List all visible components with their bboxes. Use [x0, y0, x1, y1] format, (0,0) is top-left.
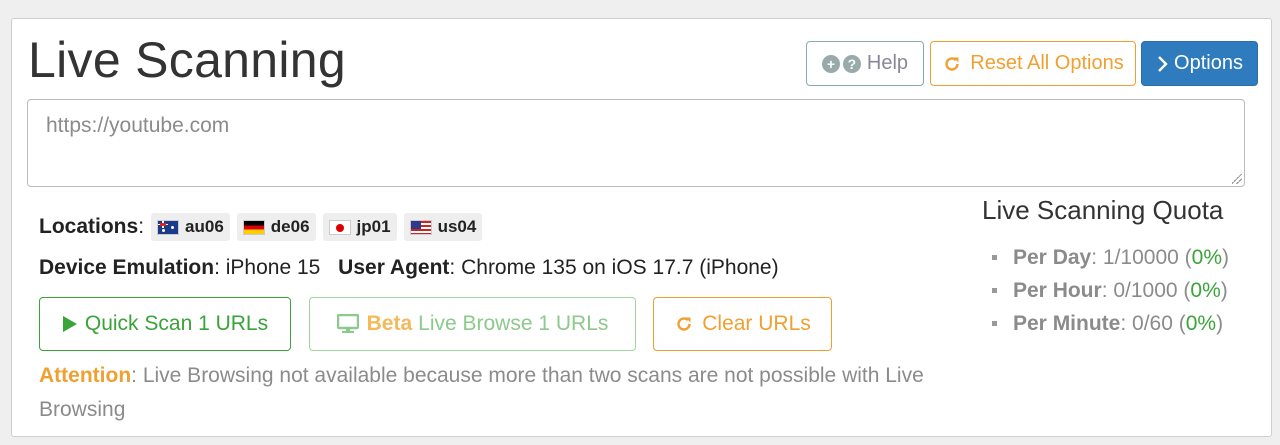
device-emulation-value: iPhone 15	[225, 256, 321, 279]
location-code: de06	[270, 217, 310, 236]
bullet-icon	[992, 321, 997, 326]
live-browse-button[interactable]: Beta Live Browse 1 URLs	[309, 297, 636, 351]
page-title: Live Scanning	[28, 32, 347, 88]
beta-label: Beta	[366, 312, 413, 335]
locations-label: Locations	[39, 215, 139, 238]
us-flag-icon	[409, 219, 432, 235]
url-input[interactable]: https://youtube.com	[27, 99, 1245, 187]
device-row: Device Emulation: iPhone 15 User Agent: …	[39, 256, 779, 279]
monitor-icon	[336, 314, 359, 333]
bullet-icon	[992, 255, 997, 260]
url-input-placeholder: https://youtube.com	[46, 114, 230, 137]
location-code: us04	[437, 217, 477, 236]
clear-urls-label: Clear URLs	[702, 312, 811, 335]
options-label: Options	[1174, 52, 1243, 74]
location-tag-de06[interactable]: de06	[236, 213, 316, 241]
de-flag-icon	[242, 219, 265, 235]
reset-label: Reset All Options	[970, 52, 1124, 74]
resize-handle-icon[interactable]	[1232, 174, 1242, 184]
refresh-icon	[945, 56, 959, 71]
quota-per-minute: Per Minute: 0/60 (0%)	[992, 307, 1229, 340]
reset-all-options-button[interactable]: Reset All Options	[930, 41, 1136, 86]
location-tag-au06[interactable]: au06	[151, 213, 230, 241]
help-button[interactable]: + ? Help	[806, 41, 924, 86]
plus-icon: +	[821, 54, 840, 73]
play-icon	[62, 316, 77, 332]
location-code: jp01	[356, 217, 391, 236]
question-icon: ?	[842, 54, 861, 73]
location-tag-us04[interactable]: us04	[403, 213, 483, 241]
au-flag-icon	[157, 219, 180, 235]
device-emulation-label: Device Emulation	[39, 256, 215, 279]
quota-list: Per Day: 1/10000 (0%) Per Hour: 0/1000 (…	[992, 241, 1229, 340]
clear-urls-button[interactable]: Clear URLs	[653, 297, 832, 351]
locations-row: Locations: au06 de06 jp01 us04	[39, 213, 483, 241]
quota-title: Live Scanning Quota	[982, 195, 1224, 225]
jp-flag-icon	[328, 219, 351, 235]
live-browse-label: Live Browse 1 URLs	[418, 312, 609, 335]
attention-text: Live Browsing not available because more…	[39, 364, 924, 421]
user-agent-label: User Agent	[338, 256, 450, 279]
quick-scan-label: Quick Scan 1 URLs	[84, 312, 269, 335]
location-tag-jp01[interactable]: jp01	[322, 213, 397, 241]
user-agent-value: Chrome 135 on iOS 17.7 (iPhone)	[461, 256, 779, 279]
location-code: au06	[185, 217, 224, 236]
refresh-icon	[677, 317, 691, 331]
attention-message: Attention: Live Browsing not available b…	[39, 364, 924, 421]
bullet-icon	[992, 288, 997, 293]
quota-per-day: Per Day: 1/10000 (0%)	[992, 241, 1229, 274]
quota-per-hour: Per Hour: 0/1000 (0%)	[992, 274, 1229, 307]
chevron-right-icon	[1158, 55, 1168, 72]
help-label: Help	[866, 52, 909, 74]
options-button[interactable]: Options	[1141, 41, 1258, 86]
attention-label: Attention	[39, 364, 132, 387]
quick-scan-button[interactable]: Quick Scan 1 URLs	[39, 297, 291, 351]
live-scanning-panel: Live Scanning + ? Help Reset All Options…	[11, 18, 1272, 437]
